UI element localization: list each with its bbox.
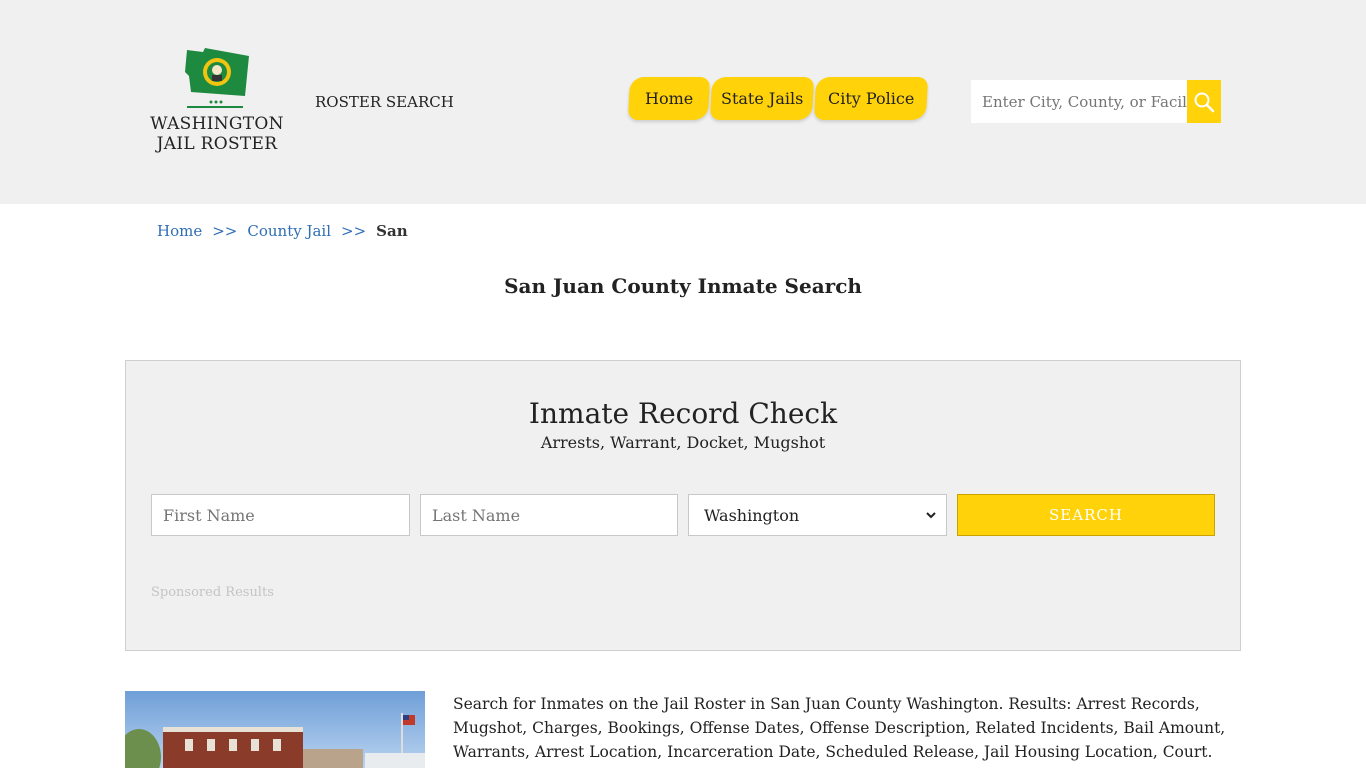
nav-city-police-label: City Police	[827, 89, 915, 108]
washington-state-flag-icon	[185, 48, 249, 108]
record-check-subtitle: Arrests, Warrant, Docket, Mugshot	[540, 433, 826, 452]
nav-city-police[interactable]: City Police	[813, 77, 929, 120]
breadcrumb-current: San	[376, 222, 408, 240]
jail-building-image	[125, 691, 425, 768]
site-logo[interactable]: WASHINGTON JAIL ROSTER	[150, 46, 284, 158]
site-header: WASHINGTON JAIL ROSTER ROSTER SEARCH Hom…	[0, 0, 1366, 204]
header-search-button[interactable]	[1187, 80, 1221, 123]
first-name-input[interactable]	[151, 494, 410, 536]
roster-search-link[interactable]: ROSTER SEARCH	[315, 93, 454, 111]
sponsored-results-label: Sponsored Results	[151, 585, 274, 600]
state-select[interactable]: Washington	[688, 494, 947, 536]
breadcrumb-county-jail[interactable]: County Jail	[247, 222, 331, 240]
record-check-title: Inmate Record Check	[528, 397, 838, 430]
nav-state-jails-label: State Jails	[720, 89, 804, 108]
breadcrumb-home[interactable]: Home	[157, 222, 202, 240]
breadcrumb-separator: >>	[212, 222, 238, 240]
state-select-value: Washington	[704, 505, 800, 525]
jail-building-photo	[125, 691, 425, 768]
last-name-input[interactable]	[420, 494, 678, 536]
inmate-record-check-panel: Inmate Record Check Arrests, Warrant, Do…	[125, 360, 1241, 651]
search-button[interactable]: SEARCH	[957, 494, 1215, 536]
breadcrumb-separator: >>	[341, 222, 367, 240]
search-icon	[1194, 92, 1215, 112]
nav-home[interactable]: Home	[627, 77, 711, 120]
nav-state-jails[interactable]: State Jails	[709, 77, 815, 120]
page-description: Search for Inmates on the Jail Roster in…	[453, 695, 1226, 761]
chevron-down-icon	[926, 512, 936, 519]
logo-text-washington: WASHINGTON	[150, 114, 284, 134]
header-search-input[interactable]	[971, 80, 1187, 123]
breadcrumb: Home >> County Jail >> San	[157, 222, 408, 240]
logo-text-jail-roster: JAIL ROSTER	[156, 134, 278, 154]
page-title: San Juan County Inmate Search	[504, 274, 862, 298]
nav-home-label: Home	[644, 89, 694, 108]
